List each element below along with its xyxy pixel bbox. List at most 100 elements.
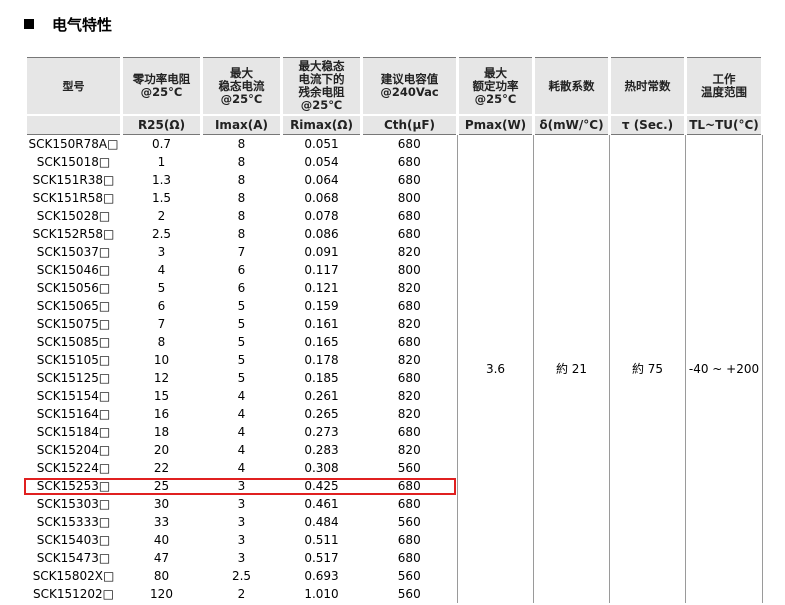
cell-imax: 8 [237,209,246,223]
unit-tau: τ (Sec.) [608,115,687,135]
cell-rimax: 0.273 [304,425,339,439]
cell-rimax: 0.265 [304,407,339,421]
cell-imax: 4 [237,407,246,421]
cell-cth: 680 [397,425,421,439]
cell-rimax: 0.517 [304,551,339,565]
cell-model: SCK150R78A□ [28,137,119,151]
cell-imax: 5 [237,335,246,349]
cell-imax: 2 [237,587,246,601]
cell-cth: 560 [397,461,421,475]
cell-r25: 4 [157,263,166,277]
cell-r25: 1 [157,155,166,169]
cell-r25: 5 [157,281,166,295]
cell-r25: 3 [157,245,166,259]
cell-cth: 800 [397,191,421,205]
cell-model: SCK15018□ [36,155,111,169]
header-thermal-time-constant: 热时常数 [608,57,687,116]
cell-rimax: 0.121 [304,281,339,295]
header-operating-temp-range: 工作 温度范围 [684,57,764,116]
cell-rimax: 0.054 [304,155,339,169]
cell-cth: 680 [397,299,421,313]
cell-r25: 47 [153,551,170,565]
cell-pmax: 3.6 [457,134,534,603]
cell-rimax: 0.064 [304,173,339,187]
cell-cth: 680 [397,551,421,565]
cell-rimax: 0.484 [304,515,339,529]
cell-r25: 15 [153,389,170,403]
cell-rimax: 0.159 [304,299,339,313]
cell-model: SCK152R58□ [32,227,115,241]
header-residual-resistance: 最大稳态 电流下的 残余电阻 @25℃ [280,57,363,116]
cell-imax: 3 [237,533,246,547]
cell-r25: 22 [153,461,170,475]
cell-model: SCK15085□ [36,335,111,349]
header-row: 型号 零功率电阻 @25°C 最大 稳态电流 @25°C 最大稳态 电流下的 残余电阻 @2… [24,57,764,116]
header-dissipation-factor: 耗散系数 [532,57,611,116]
cell-rimax: 0.068 [304,191,339,205]
cell-r25: 16 [153,407,170,421]
cell-rimax: 0.178 [304,353,339,367]
cell-r25: 30 [153,497,170,511]
cell-imax: 5 [237,371,246,385]
unit-model [24,115,123,135]
cell-temp-range: -40 ~ +200 [685,134,763,603]
cell-model: SCK15224□ [36,461,111,475]
cell-dissipation: 約 21 [533,134,610,603]
cell-imax: 5 [237,299,246,313]
cell-imax: 6 [237,263,246,277]
cell-cth: 820 [397,443,421,457]
cell-cth: 680 [397,479,421,493]
cell-rimax: 0.161 [304,317,339,331]
square-bullet-icon [24,19,34,29]
electrical-characteristics-table: 型号 零功率电阻 @25°C 最大 稳态电流 @25°C 最大稳态 电流下的 残余电阻 @2… [24,57,764,605]
cell-r25: 80 [153,569,170,583]
cell-rimax: 0.185 [304,371,339,385]
cell-model: SCK151R58□ [32,191,115,205]
cell-imax: 2.5 [231,569,252,583]
cell-model: SCK15046□ [36,263,111,277]
cell-cth: 820 [397,407,421,421]
cell-model: SCK15333□ [36,515,111,529]
cell-r25: 25 [153,479,170,493]
cell-r25: 20 [153,443,170,457]
cell-imax: 3 [237,479,246,493]
section-title: 电气特性 [52,15,113,34]
cell-rimax: 0.283 [304,443,339,457]
cell-r25: 1.3 [151,173,172,187]
cell-cth: 680 [397,227,421,241]
cell-r25: 40 [153,533,170,547]
cell-imax: 6 [237,281,246,295]
cell-model: SCK15056□ [36,281,111,295]
unit-r25: R25(Ω) [120,115,203,135]
cell-cth: 680 [397,209,421,223]
header-max-steady-current: 最大 稳态电流 @25°C [200,57,283,116]
cell-rimax: 0.165 [304,335,339,349]
cell-r25: 8 [157,335,166,349]
cell-r25: 0.7 [151,137,172,151]
cell-r25: 10 [153,353,170,367]
cell-rimax: 0.308 [304,461,339,475]
cell-model: SCK15253□ [36,479,111,493]
cell-imax: 3 [237,497,246,511]
cell-cth: 680 [397,137,421,151]
unit-temp: TL~TU(°C) [684,115,764,135]
cell-r25: 120 [150,587,173,601]
unit-rimax: Rimax(Ω) [280,115,363,135]
cell-imax: 4 [237,461,246,475]
cell-r25: 18 [153,425,170,439]
cell-model: SCK15473□ [36,551,111,565]
cell-r25: 12 [153,371,170,385]
cell-rimax: 0.078 [304,209,339,223]
cell-rimax: 0.091 [304,245,339,259]
cell-model: SCK15154□ [36,389,111,403]
cell-cth: 680 [397,173,421,187]
cell-imax: 8 [237,137,246,151]
unit-pmax: Pmax(W) [456,115,535,135]
cell-imax: 8 [237,227,246,241]
cell-rimax: 0.425 [304,479,339,493]
cell-r25: 7 [157,317,166,331]
cell-model: SCK15403□ [36,533,111,547]
cell-cth: 680 [397,497,421,511]
header-max-rated-power: 最大 额定功率 @25°C [456,57,535,116]
unit-row: R25(Ω) Imax(A) Rimax(Ω) Cth(µF) Pmax(W) … [24,115,764,135]
